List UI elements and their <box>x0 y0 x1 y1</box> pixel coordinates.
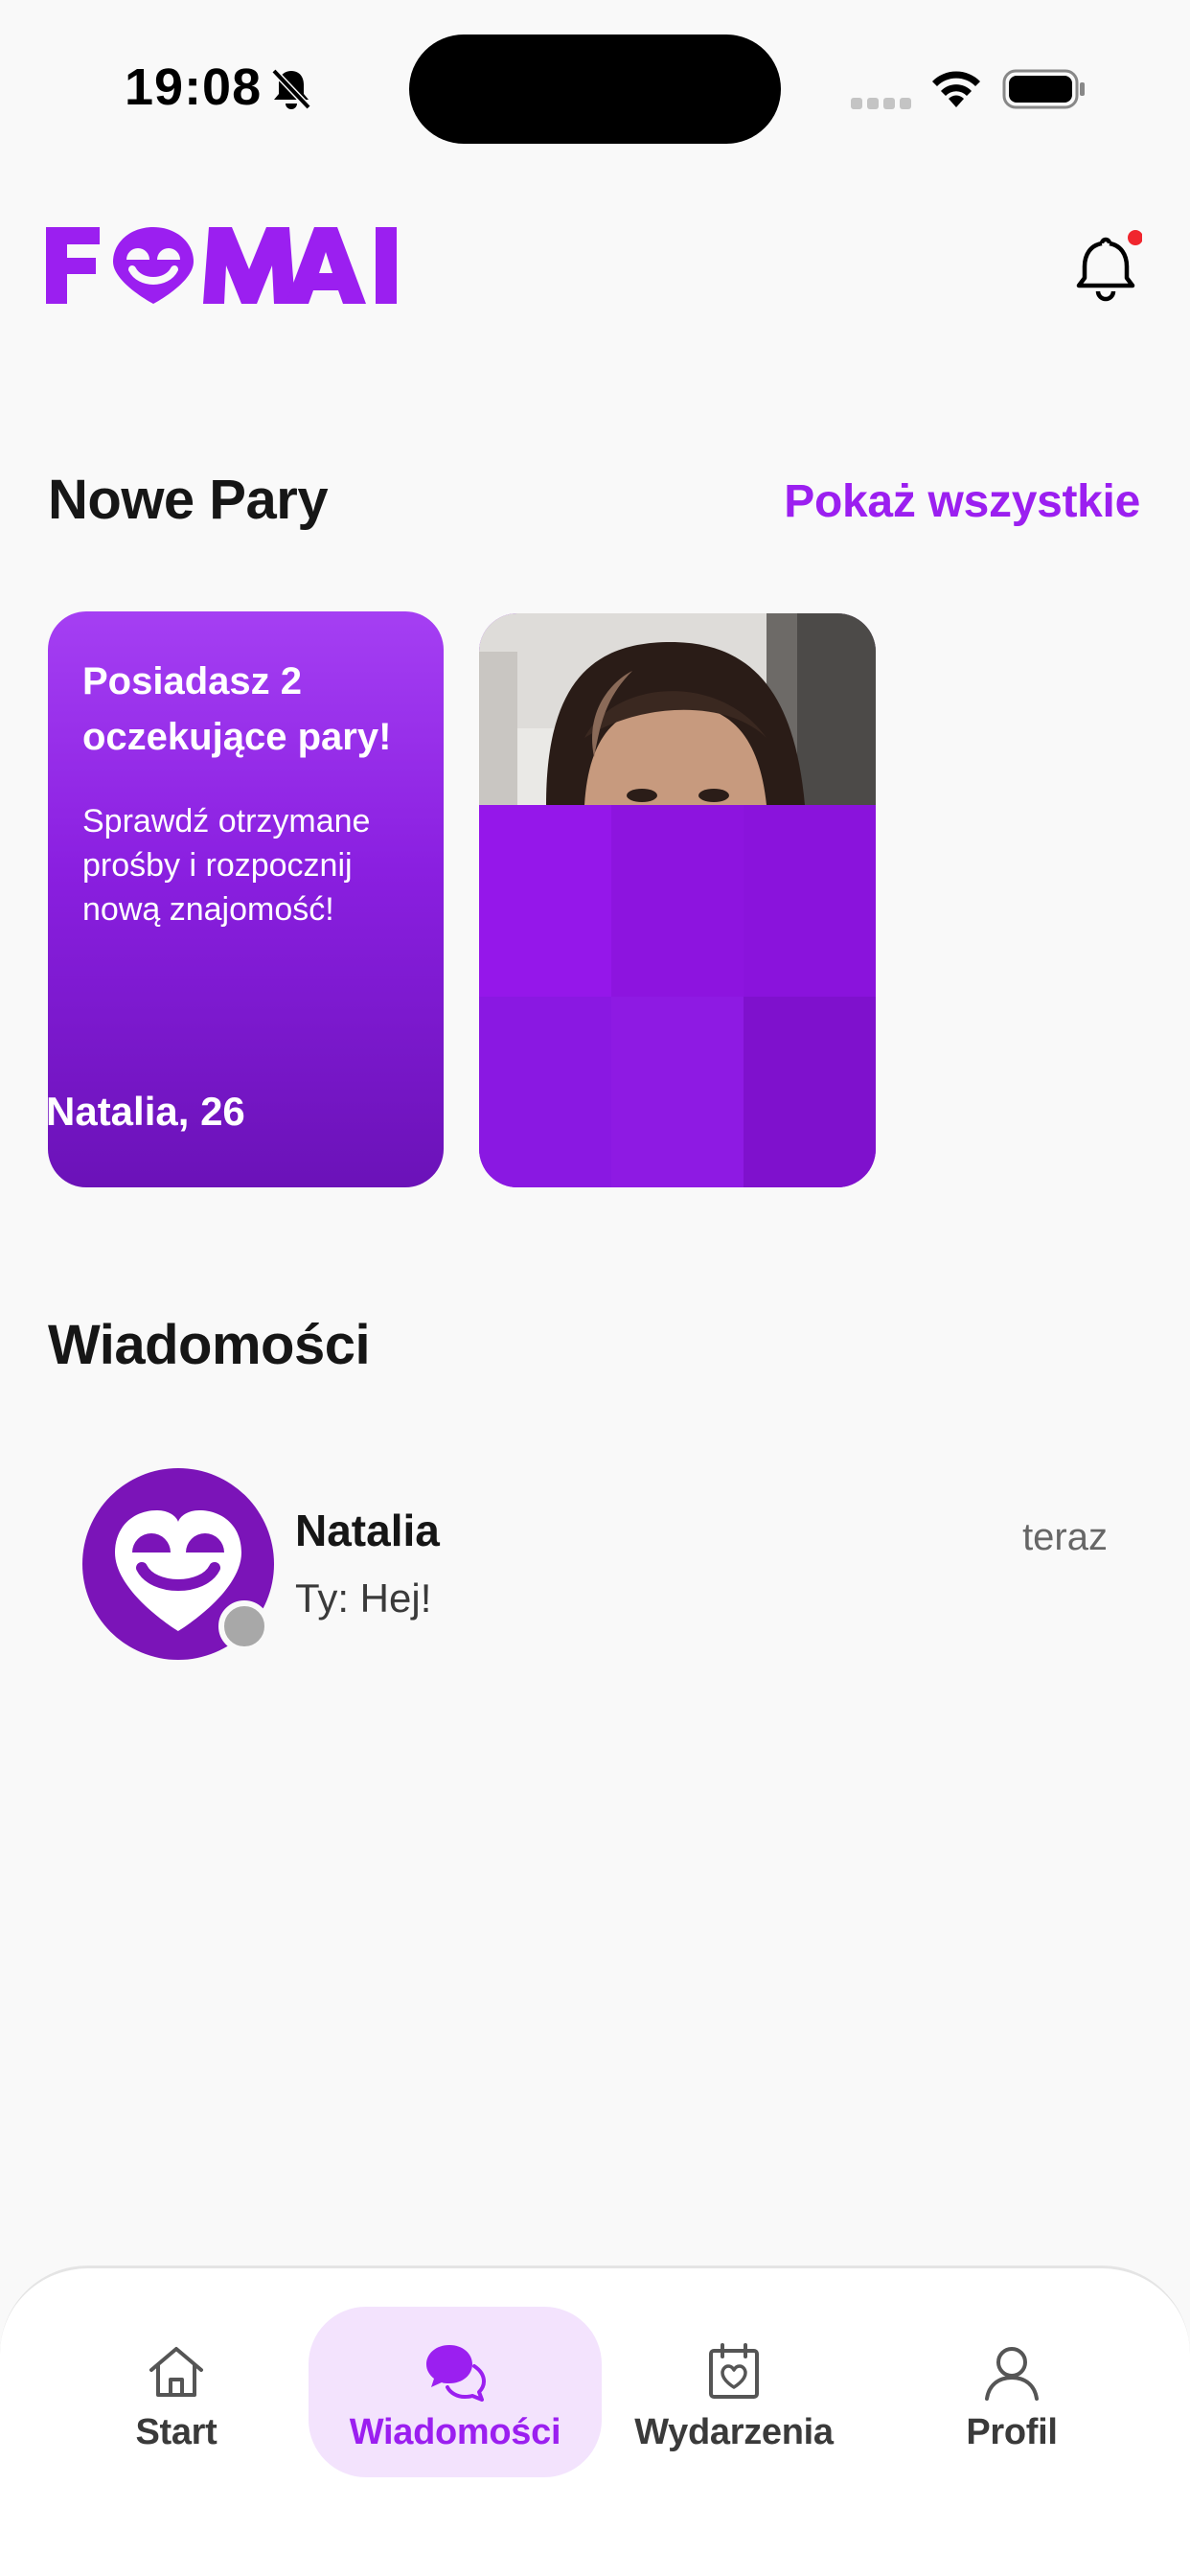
match-name: Natalia, 26 <box>46 1089 245 1134</box>
femai-logo <box>46 227 397 304</box>
calendar-heart-icon <box>709 2343 759 2399</box>
match-card[interactable] <box>479 613 876 1187</box>
tab-label-events: Wydarzenia <box>634 2412 834 2452</box>
tab-messages[interactable]: Wiadomości <box>309 2307 602 2477</box>
pending-pairs-text: Sprawdź otrzymane prośby i rozpocznij no… <box>82 803 371 928</box>
status-dot <box>218 1600 270 1652</box>
tab-label-start: Start <box>135 2412 217 2452</box>
notification-dot <box>1128 230 1142 245</box>
tab-events[interactable]: Wydarzenia <box>590 2307 878 2477</box>
conversation-time: teraz <box>1022 1516 1108 1558</box>
home-icon <box>149 2347 203 2397</box>
new-pairs-title: Nowe Pary <box>48 469 329 531</box>
tab-label-profile: Profil <box>966 2412 1058 2452</box>
cellular-signal-icon <box>851 98 911 109</box>
tab-profile[interactable]: Profil <box>868 2307 1156 2477</box>
pending-pairs-title: Posiadasz 2 oczekujące pary! <box>82 660 392 758</box>
match-photo-blur-overlay <box>479 805 876 1187</box>
tab-label-messages: Wiadomości <box>349 2412 561 2452</box>
conversation-preview: Ty: Hej! <box>295 1576 432 1621</box>
match-photo <box>479 613 876 805</box>
user-icon <box>985 2347 1039 2401</box>
notification-bell-icon[interactable] <box>1073 230 1142 303</box>
chat-bubbles-icon <box>426 2345 486 2402</box>
wifi-icon <box>932 71 980 107</box>
messages-title: Wiadomości <box>48 1314 371 1376</box>
battery-icon <box>1002 69 1085 109</box>
tab-start[interactable]: Start <box>33 2307 320 2477</box>
status-bar: 19:08 <box>0 0 1190 182</box>
bottom-tab-bar: Start Wiadomości Wydarzenia Profil <box>0 2266 1190 2576</box>
status-time: 19:08 <box>125 58 263 116</box>
show-all-link[interactable]: Pokaż wszystkie <box>784 475 1140 528</box>
bell-muted-icon <box>271 68 311 110</box>
conversation-row[interactable]: Natalia Ty: Hej! teraz <box>48 1457 1142 1668</box>
dynamic-island <box>409 34 781 144</box>
conversation-name: Natalia <box>295 1506 440 1555</box>
